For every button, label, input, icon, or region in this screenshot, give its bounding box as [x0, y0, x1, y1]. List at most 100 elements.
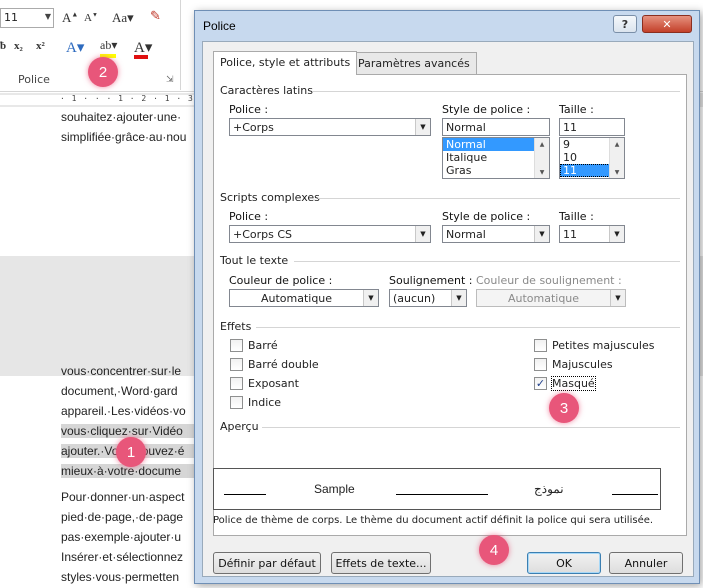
tab-font-style-attributes[interactable]: Police, style et attributs — [213, 51, 358, 75]
checkbox-box[interactable] — [534, 339, 547, 352]
section-rule — [262, 427, 680, 428]
checkbox-box[interactable] — [230, 377, 243, 390]
highlight-icon[interactable]: ab▾ — [100, 38, 117, 53]
superscript-icon[interactable]: x² — [36, 40, 45, 52]
scroll-down-icon[interactable]: ▼ — [610, 166, 624, 178]
set-default-button[interactable]: Définir par défaut — [213, 552, 321, 574]
checkbox-box[interactable] — [230, 396, 243, 409]
doc-line[interactable]: souhaitez·ajouter·une· — [61, 110, 181, 124]
text-effects-icon[interactable]: A▾ — [66, 38, 84, 57]
checkbox-label: Barré — [248, 339, 278, 352]
doc-line[interactable]: pied·de·page,·de·page — [61, 510, 183, 524]
doc-line[interactable]: vous·concentrer·sur·le — [61, 364, 181, 378]
font-color-combo[interactable]: Automatique ▼ — [229, 289, 379, 307]
double-strikethrough-checkbox[interactable]: Barré double — [230, 358, 319, 371]
font-color-value: Automatique — [260, 292, 333, 305]
dialog-titlebar[interactable]: Police ? ✕ — [195, 11, 699, 39]
change-case-icon[interactable]: Aa▾ — [112, 10, 134, 26]
chevron-down-icon[interactable]: ▼ — [45, 12, 51, 21]
shrink-font-icon[interactable]: A▼ — [84, 12, 98, 24]
section-preview: Aperçu — [220, 420, 259, 433]
section-all-text: Tout le texte — [220, 254, 289, 267]
chevron-down-icon[interactable]: ▼ — [451, 290, 466, 306]
latin-style-input[interactable]: Normal — [442, 118, 550, 136]
scrollbar[interactable]: ▲ ▼ — [534, 138, 549, 178]
dialog-title: Police — [203, 19, 236, 33]
strikethrough-icon[interactable]: ƀ — [0, 40, 6, 52]
all-caps-checkbox[interactable]: Majuscules — [534, 358, 613, 371]
cancel-button[interactable]: Annuler — [609, 552, 683, 574]
chevron-down-icon[interactable]: ▼ — [415, 119, 430, 135]
section-rule — [318, 198, 680, 199]
ok-button[interactable]: OK — [527, 552, 601, 574]
scroll-up-icon[interactable]: ▲ — [610, 138, 624, 150]
latin-style-value: Normal — [446, 121, 486, 134]
strikethrough-checkbox[interactable]: Barré — [230, 339, 278, 352]
doc-line[interactable]: pas·exemple·ajouter·u — [61, 530, 181, 544]
chevron-down-icon[interactable]: ▼ — [363, 290, 378, 306]
preview-line — [224, 494, 266, 495]
latin-size-list[interactable]: 9 10 11 ▲ ▼ — [559, 137, 625, 179]
latin-size-value: 11 — [563, 121, 577, 134]
checkmark-icon[interactable]: ✓ — [534, 377, 547, 390]
text-effects-button[interactable]: Effets de texte... — [331, 552, 431, 574]
dialog-launcher-icon[interactable]: ⇲ — [166, 74, 174, 85]
doc-line[interactable]: appareil.·Les·vidéos·vo — [61, 404, 186, 418]
complex-style-combo[interactable]: Normal ▼ — [442, 225, 550, 243]
checkbox-box[interactable] — [230, 339, 243, 352]
underline-value: (aucun) — [393, 292, 436, 305]
latin-style-list[interactable]: Normal Italique Gras ▲ ▼ — [442, 137, 550, 179]
step-badge: 2 — [88, 57, 118, 87]
scrollbar[interactable]: ▲ ▼ — [609, 138, 624, 178]
latin-size-input[interactable]: 11 — [559, 118, 625, 136]
underline-combo[interactable]: (aucun) ▼ — [389, 289, 467, 307]
chevron-down-icon[interactable]: ▼ — [534, 226, 549, 242]
chevron-down-icon[interactable]: ▼ — [609, 226, 624, 242]
subscript-icon[interactable]: x₂ — [14, 40, 23, 52]
latin-style-label: Style de police : — [442, 103, 531, 116]
close-button[interactable]: ✕ — [642, 15, 692, 33]
underline-color-combo: Automatique ▼ — [476, 289, 626, 307]
font-size-value: 11 — [4, 11, 18, 24]
scroll-down-icon[interactable]: ▼ — [535, 166, 549, 178]
tab-advanced-settings[interactable]: Paramètres avancés — [351, 52, 477, 74]
complex-font-combo[interactable]: +Corps CS ▼ — [229, 225, 431, 243]
checkbox-box[interactable] — [534, 358, 547, 371]
small-caps-checkbox[interactable]: Petites majuscules — [534, 339, 654, 352]
superscript-checkbox[interactable]: Exposant — [230, 377, 299, 390]
latin-font-label: Police : — [229, 103, 269, 116]
preview-line — [396, 494, 488, 495]
complex-size-value: 11 — [563, 228, 577, 241]
hidden-checkbox[interactable]: ✓ Masqué — [534, 376, 596, 391]
checkbox-label: Masqué — [551, 376, 596, 391]
checkbox-label: Indice — [248, 396, 282, 409]
tab-panel: Caractères latins Police : +Corps ▼ Styl… — [213, 74, 687, 536]
preview-sample-arabic: نموذج — [534, 482, 564, 496]
checkbox-box[interactable] — [230, 358, 243, 371]
doc-line[interactable]: document,·Word·gard — [61, 384, 178, 398]
clear-formatting-icon[interactable]: ✎ — [150, 8, 161, 24]
button-label: OK — [556, 556, 572, 570]
subscript-checkbox[interactable]: Indice — [230, 396, 281, 409]
doc-line[interactable]: Insérer·et·sélectionnez — [61, 550, 183, 564]
chevron-down-icon[interactable]: ▼ — [415, 226, 430, 242]
doc-line[interactable]: styles·vous·permetten — [61, 570, 179, 584]
button-label: Annuler — [624, 556, 668, 570]
step-badge: 1 — [116, 437, 146, 467]
chevron-down-icon: ▼ — [610, 290, 625, 306]
section-latin: Caractères latins — [220, 84, 313, 97]
complex-size-combo[interactable]: 11 ▼ — [559, 225, 625, 243]
font-size-combo[interactable]: 11 ▼ — [0, 8, 54, 28]
preview-box: Sample نموذج — [213, 468, 661, 510]
help-button[interactable]: ? — [613, 15, 637, 33]
ribbon-divider — [180, 0, 181, 90]
scroll-up-icon[interactable]: ▲ — [535, 138, 549, 150]
checkbox-label: Barré double — [248, 358, 319, 371]
doc-line[interactable]: Pour·donner·un·aspect — [61, 490, 184, 504]
complex-size-label: Taille : — [559, 210, 594, 223]
step-badge: 4 — [479, 535, 509, 565]
doc-line[interactable]: simplifiée·grâce·au·nou — [61, 130, 186, 144]
checkbox-label: Exposant — [248, 377, 299, 390]
latin-font-combo[interactable]: +Corps ▼ — [229, 118, 431, 136]
grow-font-icon[interactable]: A▲ — [62, 10, 78, 26]
